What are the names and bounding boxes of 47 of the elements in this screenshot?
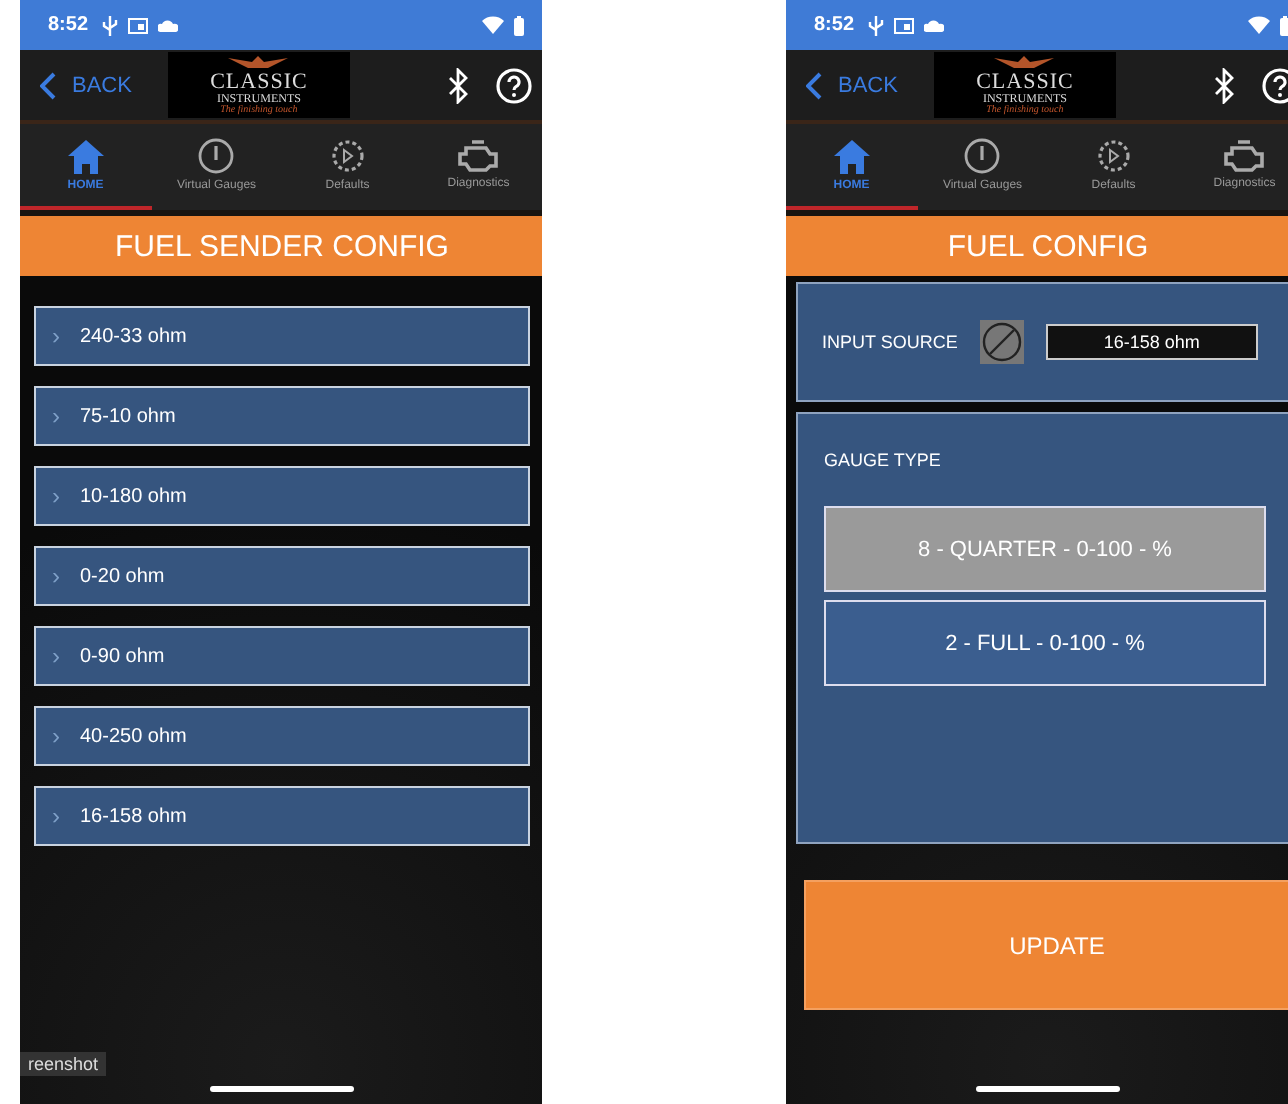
sender-option[interactable]: › 10-180 ohm xyxy=(34,466,530,526)
no-sign-icon xyxy=(979,320,1024,364)
winged-emblem-icon xyxy=(228,54,289,70)
sender-option[interactable]: › 0-20 ohm xyxy=(34,546,530,606)
window-icon xyxy=(128,17,149,33)
sender-option[interactable]: › 75-10 ohm xyxy=(34,386,530,446)
gear-icon xyxy=(329,138,366,174)
gauge-type-option[interactable]: 2 - FULL - 0-100 - % xyxy=(824,600,1266,686)
winged-emblem-icon xyxy=(994,54,1055,70)
sender-option[interactable]: › 0-90 ohm xyxy=(34,626,530,686)
engine-icon xyxy=(456,140,501,172)
chevron-left-icon xyxy=(806,71,822,99)
window-icon xyxy=(894,17,915,33)
battery-icon xyxy=(514,15,524,35)
input-source-label: INPUT SOURCE xyxy=(822,332,958,352)
battery-icon xyxy=(1280,15,1288,35)
bluetooth-icon[interactable] xyxy=(1214,67,1234,103)
gauge-icon xyxy=(964,138,1001,174)
wifi-icon xyxy=(1248,16,1270,34)
page-title: FUEL CONFIG xyxy=(786,216,1288,276)
bluetooth-icon[interactable] xyxy=(448,67,468,103)
back-button[interactable]: BACK xyxy=(806,71,898,99)
cloud-icon xyxy=(158,19,179,31)
screenshot-label: reenshot xyxy=(20,1052,107,1076)
wifi-icon xyxy=(482,16,504,34)
input-source-value[interactable]: 16-158 ohm xyxy=(1045,324,1258,360)
chevron-left-icon xyxy=(40,71,56,99)
status-time: 8:52 xyxy=(814,14,855,36)
help-icon[interactable] xyxy=(1262,67,1288,103)
home-indicator xyxy=(210,1086,354,1092)
back-button[interactable]: BACK xyxy=(40,71,132,99)
sender-option[interactable]: › 40-250 ohm xyxy=(34,706,530,766)
engine-icon xyxy=(1222,140,1267,172)
gear-icon xyxy=(1095,138,1132,174)
status-time: 8:52 xyxy=(48,14,89,36)
page-title: FUEL SENDER CONFIG xyxy=(20,216,542,276)
gauge-type-label: GAUGE TYPE xyxy=(824,450,943,470)
gauge-icon xyxy=(198,138,235,174)
usb-icon xyxy=(102,15,119,35)
home-indicator xyxy=(976,1086,1120,1092)
cloud-icon xyxy=(924,19,945,31)
house-icon xyxy=(831,138,872,174)
sender-option[interactable]: › 240-33 ohm xyxy=(34,306,530,366)
sender-option[interactable]: › 16-158 ohm xyxy=(34,786,530,846)
house-icon xyxy=(65,138,106,174)
help-icon[interactable] xyxy=(496,67,532,103)
usb-icon xyxy=(868,15,885,35)
